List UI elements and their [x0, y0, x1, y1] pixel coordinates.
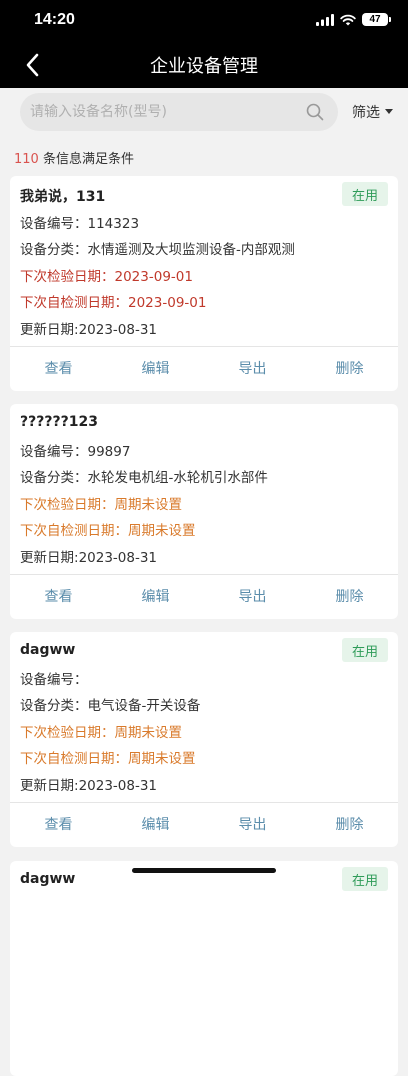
- edit-button[interactable]: 编辑: [107, 347, 204, 391]
- next-self-check-value: 周期未设置: [128, 523, 196, 539]
- device-category-label: 设备分类：: [20, 698, 88, 714]
- device-card: dagww 在用: [10, 861, 398, 1076]
- device-code-label: 设备编号：: [20, 444, 88, 460]
- status-time: 14:20: [34, 11, 75, 28]
- next-inspection-row: 下次检验日期：2023-09-01: [20, 265, 193, 285]
- result-count: 110 条信息满足条件: [14, 148, 134, 167]
- caret-down-icon: [385, 109, 393, 114]
- delete-button[interactable]: 删除: [301, 575, 398, 619]
- updated-value: 2023-08-31: [78, 778, 158, 794]
- view-button[interactable]: 查看: [10, 803, 107, 847]
- status-badge: 在用: [342, 638, 388, 662]
- top-bar: 14:20 47 企业设备管理: [0, 0, 408, 88]
- updated-row: 更新日期:2023-08-31: [20, 546, 157, 566]
- device-code-label: 设备编号：: [20, 216, 88, 232]
- device-category-value: 电气设备-开关设备: [87, 698, 201, 714]
- view-button[interactable]: 查看: [10, 347, 107, 391]
- next-self-check-label: 下次自检测日期：: [20, 523, 128, 539]
- device-code-row: 设备编号：99897: [20, 440, 130, 460]
- updated-label: 更新日期:: [20, 322, 79, 338]
- filter-button[interactable]: 筛选: [352, 102, 393, 122]
- next-inspection-row: 下次检验日期：周期未设置: [20, 493, 182, 513]
- status-badge: 在用: [342, 182, 388, 206]
- device-category-row: 设备分类：电气设备-开关设备: [20, 694, 200, 714]
- status-icons: 47: [316, 13, 391, 26]
- device-card: dagww 在用 设备编号： 设备分类：电气设备-开关设备 下次检验日期：周期未…: [10, 632, 398, 847]
- updated-row: 更新日期:2023-08-31: [20, 774, 157, 794]
- result-count-suffix: 条信息满足条件: [42, 152, 134, 167]
- home-indicator: [132, 868, 276, 873]
- device-code-value: 114323: [87, 216, 140, 232]
- device-category-value: 水情遥测及大坝监测设备-内部观测: [87, 242, 295, 258]
- device-name: ??????123: [20, 414, 98, 430]
- status-badge: 在用: [342, 867, 388, 891]
- next-self-check-value: 周期未设置: [128, 751, 196, 767]
- search-input[interactable]: [30, 93, 292, 131]
- battery-icon: 47: [362, 13, 391, 26]
- device-name: dagww: [20, 642, 76, 658]
- view-button[interactable]: 查看: [10, 575, 107, 619]
- export-button[interactable]: 导出: [204, 803, 301, 847]
- edit-button[interactable]: 编辑: [107, 803, 204, 847]
- search-bar: 筛选: [0, 88, 408, 140]
- wifi-icon: [340, 14, 356, 25]
- search-box[interactable]: [20, 93, 338, 131]
- next-inspection-value: 2023-09-01: [114, 269, 193, 285]
- updated-value: 2023-08-31: [78, 550, 158, 566]
- device-category-row: 设备分类：水轮发电机组-水轮机引水部件: [20, 466, 268, 486]
- device-code-row: 设备编号：: [20, 668, 88, 688]
- card-actions: 查看 编辑 导出 删除: [10, 347, 398, 391]
- device-name: dagww: [20, 871, 76, 887]
- card-actions: 查看 编辑 导出 删除: [10, 575, 398, 619]
- device-code-value: 99897: [87, 444, 131, 460]
- device-category-label: 设备分类：: [20, 242, 88, 258]
- device-code-row: 设备编号：114323: [20, 212, 139, 232]
- signal-icon: [316, 13, 334, 26]
- next-inspection-label: 下次检验日期：: [20, 497, 115, 513]
- next-self-check-value: 2023-09-01: [128, 295, 207, 311]
- device-card: ??????123 设备编号：99897 设备分类：水轮发电机组-水轮机引水部件…: [10, 404, 398, 619]
- delete-button[interactable]: 删除: [301, 803, 398, 847]
- next-inspection-row: 下次检验日期：周期未设置: [20, 721, 182, 741]
- device-name: 我弟说，131: [20, 189, 106, 205]
- next-inspection-value: 周期未设置: [114, 725, 183, 741]
- delete-button[interactable]: 删除: [301, 347, 398, 391]
- updated-row: 更新日期:2023-08-31: [20, 318, 157, 338]
- updated-value: 2023-08-31: [78, 322, 158, 338]
- device-category-value: 水轮发电机组-水轮机引水部件: [87, 470, 268, 486]
- updated-label: 更新日期:: [20, 778, 79, 794]
- filter-label: 筛选: [352, 105, 380, 121]
- next-self-check-label: 下次自检测日期：: [20, 295, 128, 311]
- next-self-check-row: 下次自检测日期：2023-09-01: [20, 291, 206, 311]
- page-title: 企业设备管理: [150, 56, 258, 77]
- edit-button[interactable]: 编辑: [107, 575, 204, 619]
- export-button[interactable]: 导出: [204, 347, 301, 391]
- device-category-row: 设备分类：水情遥测及大坝监测设备-内部观测: [20, 238, 295, 258]
- updated-label: 更新日期:: [20, 550, 79, 566]
- device-code-label: 设备编号：: [20, 672, 88, 688]
- next-self-check-row: 下次自检测日期：周期未设置: [20, 519, 196, 539]
- device-card: 我弟说，131 在用 设备编号：114323 设备分类：水情遥测及大坝监测设备-…: [10, 176, 398, 391]
- next-self-check-row: 下次自检测日期：周期未设置: [20, 747, 196, 767]
- next-inspection-label: 下次检验日期：: [20, 269, 115, 285]
- next-self-check-label: 下次自检测日期：: [20, 751, 128, 767]
- result-count-number: 110: [14, 152, 39, 167]
- export-button[interactable]: 导出: [204, 575, 301, 619]
- card-actions: 查看 编辑 导出 删除: [10, 803, 398, 847]
- device-category-label: 设备分类：: [20, 470, 88, 486]
- next-inspection-label: 下次检验日期：: [20, 725, 115, 741]
- next-inspection-value: 周期未设置: [114, 497, 183, 513]
- search-icon[interactable]: [306, 103, 324, 121]
